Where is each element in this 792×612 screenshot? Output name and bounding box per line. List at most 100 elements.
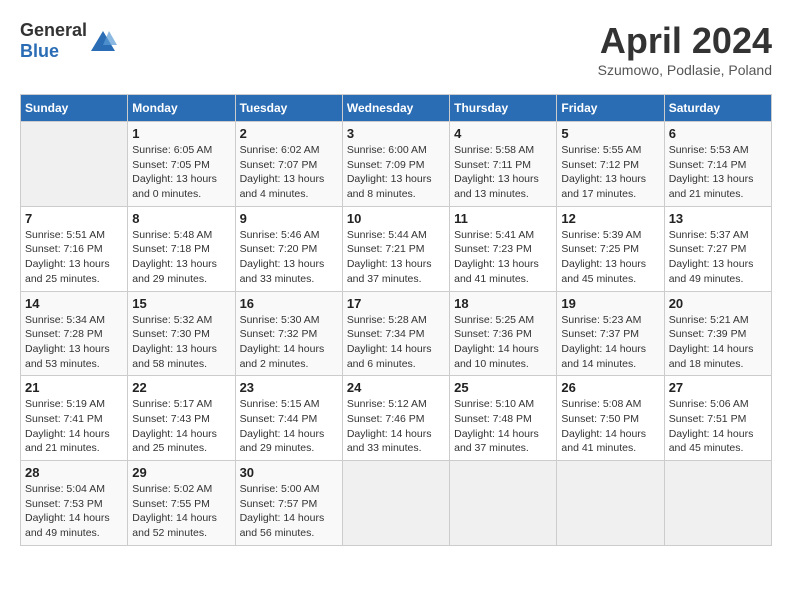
week-row-1: 1 Sunrise: 6:05 AMSunset: 7:05 PMDaylight… [21, 122, 772, 207]
day-info: Sunrise: 5:06 AMSunset: 7:51 PMDaylight:… [669, 397, 767, 456]
day-number: 19 [561, 296, 659, 311]
title-block: April 2024 Szumowo, Podlasie, Poland [598, 20, 772, 78]
day-number: 22 [132, 380, 230, 395]
calendar-cell [21, 122, 128, 207]
day-info: Sunrise: 6:02 AMSunset: 7:07 PMDaylight:… [240, 143, 338, 202]
calendar-cell: 22 Sunrise: 5:17 AMSunset: 7:43 PMDayligh… [128, 376, 235, 461]
week-row-2: 7 Sunrise: 5:51 AMSunset: 7:16 PMDaylight… [21, 206, 772, 291]
header-row: SundayMondayTuesdayWednesdayThursdayFrid… [21, 95, 772, 122]
logo-text: General Blue [20, 20, 87, 62]
day-number: 10 [347, 211, 445, 226]
calendar-cell: 18Sunrise: 5:25 AMSunset: 7:36 PMDayligh… [450, 291, 557, 376]
day-number: 4 [454, 126, 552, 141]
week-row-3: 14 Sunrise: 5:34 AMSunset: 7:28 PMDayligh… [21, 291, 772, 376]
day-info: Sunrise: 6:05 AMSunset: 7:05 PMDaylight:… [132, 143, 230, 202]
day-number: 13 [669, 211, 767, 226]
calendar-cell: 1 Sunrise: 6:05 AMSunset: 7:05 PMDaylight… [128, 122, 235, 207]
calendar-cell: 26 Sunrise: 5:08 AMSunset: 7:50 PMDayligh… [557, 376, 664, 461]
day-number: 17 [347, 296, 445, 311]
calendar-cell: 15 Sunrise: 5:32 AMSunset: 7:30 PMDayligh… [128, 291, 235, 376]
calendar-cell [664, 461, 771, 546]
day-number: 8 [132, 211, 230, 226]
calendar-cell: 4 Sunrise: 5:58 AMSunset: 7:11 PMDaylight… [450, 122, 557, 207]
calendar-cell: 2Sunrise: 6:02 AMSunset: 7:07 PMDaylight… [235, 122, 342, 207]
day-info: Sunrise: 5:53 AMSunset: 7:14 PMDaylight:… [669, 143, 767, 202]
calendar-table: SundayMondayTuesdayWednesdayThursdayFrid… [20, 94, 772, 546]
header-day-tuesday: Tuesday [235, 95, 342, 122]
day-info: Sunrise: 5:30 AMSunset: 7:32 PMDaylight:… [240, 313, 338, 372]
calendar-cell: 29 Sunrise: 5:02 AMSunset: 7:55 PMDayligh… [128, 461, 235, 546]
calendar-cell: 25Sunrise: 5:10 AMSunset: 7:48 PMDayligh… [450, 376, 557, 461]
calendar-cell: 12 Sunrise: 5:39 AMSunset: 7:25 PMDayligh… [557, 206, 664, 291]
day-info: Sunrise: 5:23 AMSunset: 7:37 PMDaylight:… [561, 313, 659, 372]
day-info: Sunrise: 5:10 AMSunset: 7:48 PMDaylight:… [454, 397, 552, 456]
calendar-cell: 3 Sunrise: 6:00 AMSunset: 7:09 PMDaylight… [342, 122, 449, 207]
day-number: 12 [561, 211, 659, 226]
day-number: 9 [240, 211, 338, 226]
calendar-cell [342, 461, 449, 546]
day-info: Sunrise: 5:55 AMSunset: 7:12 PMDaylight:… [561, 143, 659, 202]
calendar-cell: 13 Sunrise: 5:37 AMSunset: 7:27 PMDayligh… [664, 206, 771, 291]
day-info: Sunrise: 5:39 AMSunset: 7:25 PMDaylight:… [561, 228, 659, 287]
calendar-cell: 11Sunrise: 5:41 AMSunset: 7:23 PMDayligh… [450, 206, 557, 291]
calendar-cell: 24 Sunrise: 5:12 AMSunset: 7:46 PMDayligh… [342, 376, 449, 461]
header-day-friday: Friday [557, 95, 664, 122]
calendar-cell [450, 461, 557, 546]
header-day-sunday: Sunday [21, 95, 128, 122]
calendar-cell: 16 Sunrise: 5:30 AMSunset: 7:32 PMDayligh… [235, 291, 342, 376]
header-day-monday: Monday [128, 95, 235, 122]
day-number: 28 [25, 465, 123, 480]
day-number: 11 [454, 211, 552, 226]
day-info: Sunrise: 5:28 AMSunset: 7:34 PMDaylight:… [347, 313, 445, 372]
calendar-cell: 10 Sunrise: 5:44 AMSunset: 7:21 PMDayligh… [342, 206, 449, 291]
day-info: Sunrise: 5:17 AMSunset: 7:43 PMDaylight:… [132, 397, 230, 456]
calendar-cell: 27 Sunrise: 5:06 AMSunset: 7:51 PMDayligh… [664, 376, 771, 461]
day-number: 27 [669, 380, 767, 395]
day-number: 26 [561, 380, 659, 395]
calendar-cell: 6Sunrise: 5:53 AMSunset: 7:14 PMDaylight… [664, 122, 771, 207]
day-info: Sunrise: 5:21 AMSunset: 7:39 PMDaylight:… [669, 313, 767, 372]
calendar-cell: 28 Sunrise: 5:04 AMSunset: 7:53 PMDayligh… [21, 461, 128, 546]
calendar-cell: 21Sunrise: 5:19 AMSunset: 7:41 PMDayligh… [21, 376, 128, 461]
calendar-cell: 20 Sunrise: 5:21 AMSunset: 7:39 PMDayligh… [664, 291, 771, 376]
week-row-4: 21Sunrise: 5:19 AMSunset: 7:41 PMDayligh… [21, 376, 772, 461]
logo-blue: Blue [20, 41, 59, 61]
day-number: 1 [132, 126, 230, 141]
calendar-cell: 17 Sunrise: 5:28 AMSunset: 7:34 PMDayligh… [342, 291, 449, 376]
logo: General Blue [20, 20, 117, 62]
calendar-cell: 19 Sunrise: 5:23 AMSunset: 7:37 PMDayligh… [557, 291, 664, 376]
day-info: Sunrise: 5:32 AMSunset: 7:30 PMDaylight:… [132, 313, 230, 372]
day-info: Sunrise: 5:19 AMSunset: 7:41 PMDaylight:… [25, 397, 123, 456]
day-info: Sunrise: 5:37 AMSunset: 7:27 PMDaylight:… [669, 228, 767, 287]
calendar-cell: 8Sunrise: 5:48 AMSunset: 7:18 PMDaylight… [128, 206, 235, 291]
day-info: Sunrise: 5:46 AMSunset: 7:20 PMDaylight:… [240, 228, 338, 287]
calendar-body: 1 Sunrise: 6:05 AMSunset: 7:05 PMDaylight… [21, 122, 772, 546]
day-number: 30 [240, 465, 338, 480]
day-number: 3 [347, 126, 445, 141]
page-header: General Blue April 2024 Szumowo, Podlasi… [20, 20, 772, 78]
calendar-cell: 5Sunrise: 5:55 AMSunset: 7:12 PMDaylight… [557, 122, 664, 207]
day-info: Sunrise: 5:34 AMSunset: 7:28 PMDaylight:… [25, 313, 123, 372]
day-info: Sunrise: 5:12 AMSunset: 7:46 PMDaylight:… [347, 397, 445, 456]
calendar-subtitle: Szumowo, Podlasie, Poland [598, 62, 772, 78]
day-number: 29 [132, 465, 230, 480]
day-info: Sunrise: 5:51 AMSunset: 7:16 PMDaylight:… [25, 228, 123, 287]
day-info: Sunrise: 5:58 AMSunset: 7:11 PMDaylight:… [454, 143, 552, 202]
day-info: Sunrise: 6:00 AMSunset: 7:09 PMDaylight:… [347, 143, 445, 202]
day-number: 16 [240, 296, 338, 311]
day-number: 14 [25, 296, 123, 311]
day-number: 15 [132, 296, 230, 311]
day-info: Sunrise: 5:04 AMSunset: 7:53 PMDaylight:… [25, 482, 123, 541]
day-number: 7 [25, 211, 123, 226]
calendar-cell: 7 Sunrise: 5:51 AMSunset: 7:16 PMDaylight… [21, 206, 128, 291]
day-info: Sunrise: 5:00 AMSunset: 7:57 PMDaylight:… [240, 482, 338, 541]
day-info: Sunrise: 5:15 AMSunset: 7:44 PMDaylight:… [240, 397, 338, 456]
week-row-5: 28 Sunrise: 5:04 AMSunset: 7:53 PMDayligh… [21, 461, 772, 546]
day-number: 20 [669, 296, 767, 311]
day-info: Sunrise: 5:02 AMSunset: 7:55 PMDaylight:… [132, 482, 230, 541]
day-number: 24 [347, 380, 445, 395]
calendar-cell: 30 Sunrise: 5:00 AMSunset: 7:57 PMDayligh… [235, 461, 342, 546]
day-info: Sunrise: 5:44 AMSunset: 7:21 PMDaylight:… [347, 228, 445, 287]
day-number: 23 [240, 380, 338, 395]
day-info: Sunrise: 5:08 AMSunset: 7:50 PMDaylight:… [561, 397, 659, 456]
